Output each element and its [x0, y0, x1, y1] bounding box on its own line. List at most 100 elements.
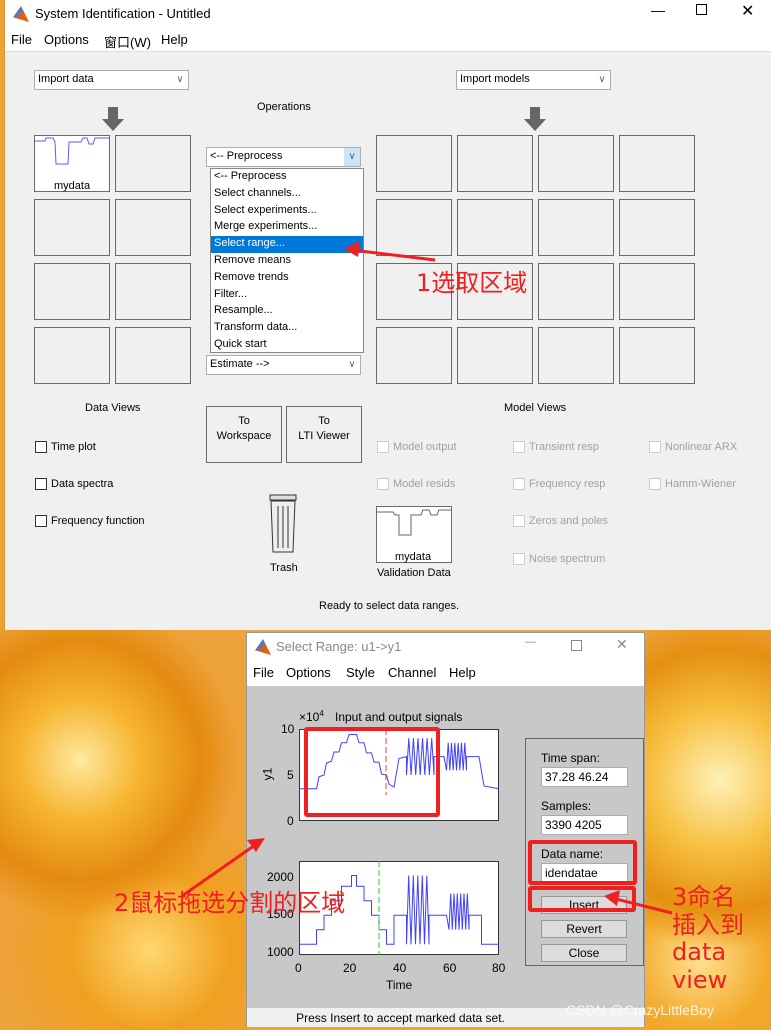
model-board-slot[interactable] — [619, 199, 695, 256]
preprocess-option[interactable]: Resample... — [211, 303, 363, 320]
estimate-label: Estimate --> — [210, 358, 270, 370]
annotation-box — [528, 840, 637, 885]
model-output-checkbox[interactable]: Model output — [377, 441, 457, 453]
model-views-label: Model Views — [504, 402, 567, 414]
samples-input[interactable]: 3390 4205 — [541, 815, 628, 835]
close-button[interactable]: ✕ — [616, 636, 628, 653]
data-board-slot[interactable] — [115, 199, 191, 256]
exponent-label: ×104 — [299, 709, 324, 724]
x-tick: 60 — [443, 961, 457, 975]
model-board-slot[interactable] — [538, 327, 614, 384]
close-button[interactable]: ✕ — [741, 1, 754, 21]
preprocess-option[interactable]: Merge experiments... — [211, 219, 363, 236]
preprocess-option[interactable]: Transform data... — [211, 320, 363, 337]
x-tick: 20 — [343, 961, 357, 975]
menu-help[interactable]: Help — [449, 665, 476, 680]
time-plot-checkbox[interactable]: Time plot — [35, 441, 96, 453]
nonlinear-arx-checkbox[interactable]: Nonlinear ARX — [649, 441, 737, 453]
to-workspace-button[interactable]: To Workspace — [206, 406, 282, 463]
data-board-slot[interactable] — [115, 135, 191, 192]
trash-icon[interactable] — [267, 494, 299, 554]
preprocess-option[interactable]: Filter... — [211, 287, 363, 304]
checkbox-label: Zeros and poles — [529, 515, 608, 527]
menu-help[interactable]: Help — [161, 32, 188, 47]
model-board-slot[interactable] — [376, 327, 452, 384]
menu-channel[interactable]: Channel — [388, 665, 436, 680]
menu-window[interactable]: 窗口(W) — [104, 32, 151, 51]
model-board-slot[interactable] — [376, 135, 452, 192]
minimize-button[interactable]: — — [651, 2, 665, 18]
import-models-dropdown[interactable]: Import models ∨ — [456, 70, 611, 90]
data-board-slot[interactable] — [34, 327, 110, 384]
menu-options[interactable]: Options — [286, 665, 331, 680]
data-thumbnail — [377, 509, 451, 536]
annotation-box — [304, 727, 440, 817]
time-span-label: Time span: — [541, 751, 600, 765]
checkbox-label: Time plot — [51, 441, 96, 453]
maximize-button[interactable] — [571, 640, 582, 651]
checkbox-label: Model resids — [393, 478, 456, 490]
menu-bar: File Options 窗口(W) Help — [5, 28, 771, 52]
model-resids-checkbox[interactable]: Model resids — [377, 478, 455, 490]
preprocess-option[interactable]: Select experiments... — [211, 203, 363, 220]
x-axis-label: Time — [386, 978, 413, 992]
preprocess-option[interactable]: Select channels... — [211, 186, 363, 203]
matlab-icon — [255, 639, 271, 655]
data-board-slot[interactable] — [34, 199, 110, 256]
chevron-down-icon: ∨ — [348, 359, 356, 370]
model-board-slot[interactable] — [457, 327, 533, 384]
data-spectra-checkbox[interactable]: Data spectra — [35, 478, 113, 490]
model-board-slot[interactable] — [457, 199, 533, 256]
model-board-slot[interactable] — [619, 263, 695, 320]
menu-options[interactable]: Options — [44, 32, 89, 47]
estimate-dropdown[interactable]: Estimate --> ∨ — [206, 355, 361, 375]
model-board-slot[interactable] — [619, 327, 695, 384]
frequency-resp-checkbox[interactable]: Frequency resp — [513, 478, 605, 490]
maximize-button[interactable] — [696, 4, 707, 15]
noise-spectrum-checkbox[interactable]: Noise spectrum — [513, 553, 605, 565]
annotation-line: data — [672, 938, 727, 967]
annotation-line: 3命名 — [672, 883, 736, 911]
model-board-slot[interactable] — [538, 199, 614, 256]
operations-label: Operations — [257, 101, 311, 113]
y-tick: 1000 — [267, 945, 294, 959]
validation-data-tile[interactable]: mydata — [376, 506, 452, 563]
mydata-tile[interactable]: mydata — [34, 135, 110, 192]
minimize-button[interactable]: — — [525, 636, 536, 648]
frequency-function-checkbox[interactable]: Frequency function — [35, 515, 145, 527]
dialog-title-bar: Select Range: u1->y1 — ✕ — [247, 633, 644, 661]
time-span-input[interactable]: 37.28 46.24 — [541, 767, 628, 787]
close-dialog-button[interactable]: Close — [541, 944, 627, 962]
menu-file[interactable]: File — [11, 32, 32, 47]
preprocess-dropdown[interactable]: <-- Preprocess ∨ — [206, 147, 361, 167]
preprocess-option[interactable]: Quick start — [211, 337, 363, 354]
model-board-slot[interactable] — [538, 135, 614, 192]
watermark: CSDN @CrazyLittleBoy — [566, 1002, 715, 1018]
menu-file[interactable]: File — [253, 665, 274, 680]
import-data-dropdown[interactable]: Import data ∨ — [34, 70, 189, 90]
hamm-wiener-checkbox[interactable]: Hamm-Wiener — [649, 478, 736, 490]
arrow-down-icon — [524, 107, 546, 131]
model-board-slot[interactable] — [619, 135, 695, 192]
exponent-base: ×10 — [299, 710, 320, 724]
validation-data-label: Validation Data — [377, 567, 451, 579]
data-board-slot[interactable] — [34, 263, 110, 320]
model-board-slot[interactable] — [538, 263, 614, 320]
button-label: To — [238, 415, 250, 427]
data-board-slot[interactable] — [115, 327, 191, 384]
zeros-poles-checkbox[interactable]: Zeros and poles — [513, 515, 608, 527]
status-text: Ready to select data ranges. — [319, 600, 460, 612]
data-views-label: Data Views — [85, 402, 141, 414]
tile-label: mydata — [395, 551, 432, 563]
preprocess-option[interactable]: <-- Preprocess — [211, 169, 363, 186]
checkbox-label: Transient resp — [529, 441, 599, 453]
model-board-slot[interactable] — [457, 135, 533, 192]
to-lti-viewer-button[interactable]: To LTI Viewer — [286, 406, 362, 463]
samples-label: Samples: — [541, 799, 592, 813]
transient-resp-checkbox[interactable]: Transient resp — [513, 441, 599, 453]
data-board-slot[interactable] — [115, 263, 191, 320]
chevron-down-icon: ∨ — [176, 74, 184, 85]
annotation-arrow — [181, 838, 265, 898]
menu-style[interactable]: Style — [346, 665, 375, 680]
import-models-label: Import models — [460, 73, 530, 85]
